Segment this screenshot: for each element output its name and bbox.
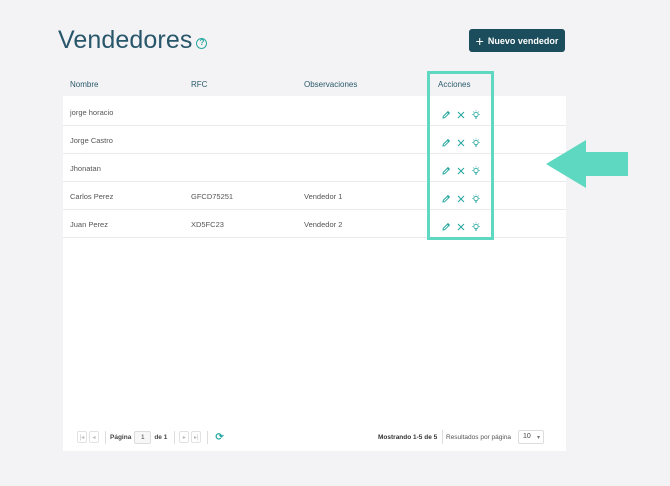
page-size-select[interactable]: 10 ▾ [518,430,544,444]
showing-count: Mostrando 1-5 de 5 [378,434,438,441]
cell-rfc: GFCD75251 [191,192,234,201]
page-title-text: Vendedores [58,26,193,54]
column-header-observaciones[interactable]: Observaciones [304,80,357,89]
help-icon[interactable]: ? [196,37,208,49]
plus-icon: + [475,32,484,49]
results-per-page-label: Resultados por página [446,434,512,441]
cell-nombre: Jhonatan [70,164,101,173]
new-seller-button[interactable]: + Nuevo vendedor [469,29,565,52]
cell-nombre: Carlos Perez [70,192,114,201]
page-size-value: 10 [523,433,531,440]
cell-nombre: Juan Perez [70,220,108,229]
prev-page-icon[interactable]: ◂ [89,431,99,443]
column-header-nombre[interactable]: Nombre [70,80,98,89]
next-page-icon[interactable]: ▸ [179,431,190,443]
cell-nombre: Jorge Castro [70,136,113,145]
divider [442,430,443,444]
chevron-down-icon: ▾ [536,435,540,441]
cell-rfc: XD5FC23 [191,220,224,229]
divider [174,430,176,444]
column-header-rfc[interactable]: RFC [191,80,207,89]
pagination-bar: |◂ ◂ Página 1 de 1 ▸ ▸| ⟳ [77,430,224,444]
cell-observaciones: Vendedor 1 [304,192,343,201]
divider [105,430,106,444]
cell-nombre: jorge horacio [70,108,114,117]
divider [207,430,209,444]
page-number-input[interactable]: 1 [134,430,152,444]
arrow-left-icon [546,140,628,188]
page-label: Página [110,433,132,441]
last-page-icon[interactable]: ▸| [191,431,202,443]
new-seller-button-label: Nuevo vendedor [487,35,559,46]
refresh-icon[interactable]: ⟳ [215,432,223,443]
first-page-icon[interactable]: |◂ [77,431,87,443]
page-title: Vendedores ? [58,26,208,55]
cell-observaciones: Vendedor 2 [304,220,343,229]
page-total-label: de 1 [154,433,168,441]
actions-column-highlight [427,71,494,240]
